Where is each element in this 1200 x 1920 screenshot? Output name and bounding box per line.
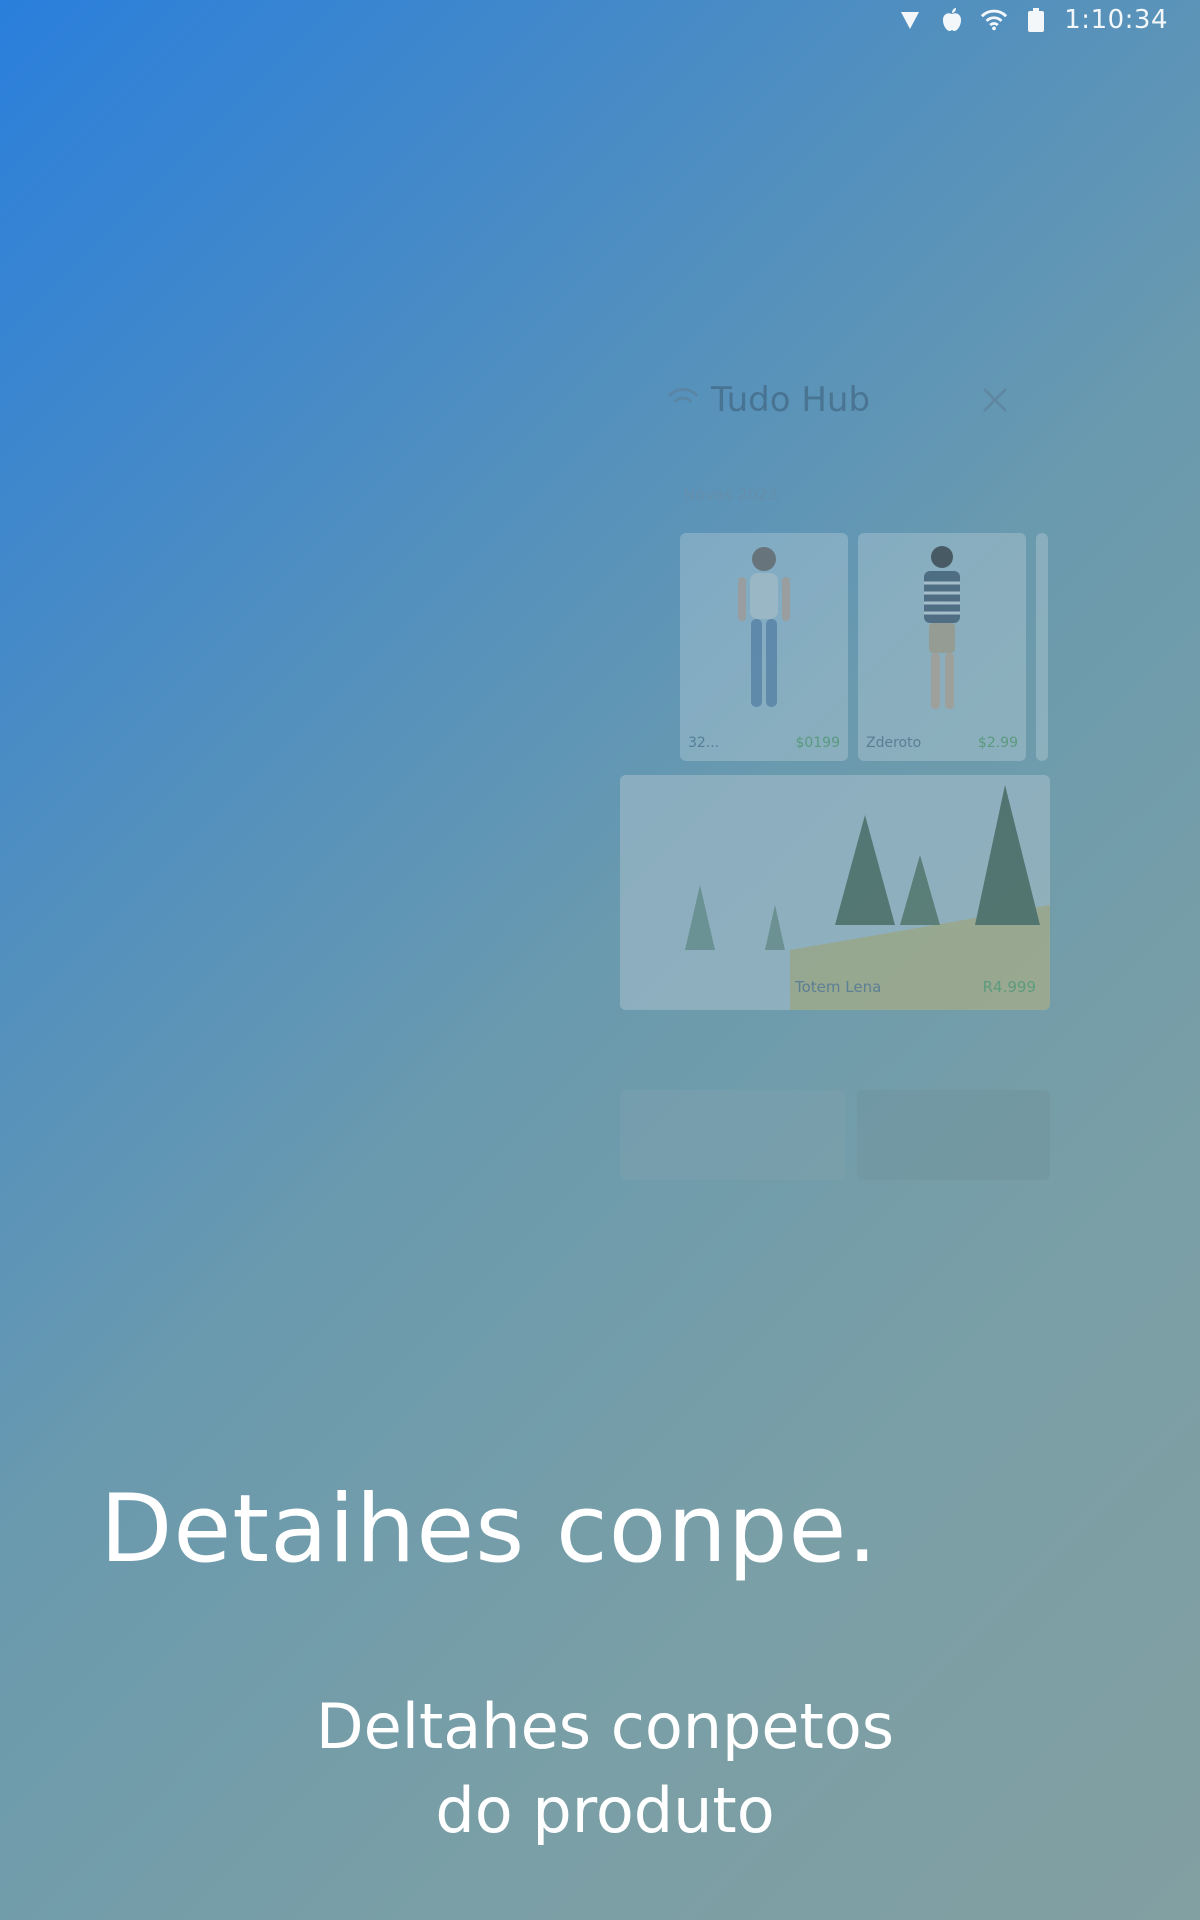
product-image: [738, 547, 790, 707]
onboarding-headline: Detaihes conpe.: [100, 1475, 879, 1584]
wifi-icon: [980, 6, 1008, 34]
status-bar: 1:10:34: [0, 0, 1200, 40]
close-icon[interactable]: [978, 383, 1012, 417]
battery-icon: [1022, 6, 1050, 34]
product-price: $0199: [795, 735, 840, 751]
product-image: [924, 546, 960, 709]
thumbnail[interactable]: [620, 1090, 845, 1180]
landscape-image: [620, 775, 1050, 1010]
panel-header: Tudo Hub: [665, 375, 1050, 425]
section-label: Novas 2023: [683, 485, 779, 504]
onboarding-subtitle: Deltahes conpetos do produto: [0, 1685, 1200, 1853]
thumbnail-row: [620, 1090, 1050, 1180]
subtitle-line-1: Deltahes conpetos: [315, 1690, 895, 1763]
apple-icon: [938, 6, 966, 34]
featured-card[interactable]: Totem Lena R4.999: [620, 775, 1050, 1010]
product-cards-row: 32... $0199 Zderoto $2.99: [680, 533, 1048, 761]
product-price: $2.99: [977, 735, 1018, 751]
signal-icon: [896, 6, 924, 34]
panel-title: Tudo Hub: [711, 380, 871, 420]
product-name: 32...: [688, 735, 720, 751]
product-card[interactable]: Zderoto $2.99: [858, 533, 1026, 761]
product-name: Zderoto: [866, 735, 922, 751]
subtitle-line-2: do produto: [435, 1774, 775, 1847]
product-card[interactable]: 32... $0199: [680, 533, 848, 761]
status-time: 1:10:34: [1064, 5, 1168, 35]
thumbnail[interactable]: [857, 1090, 1050, 1180]
featured-price: R4.999: [982, 978, 1036, 996]
background-app-panel: Tudo Hub Novas 2023 32... $0199 Zderoto …: [620, 350, 1050, 1200]
hub-logo-icon: [667, 387, 699, 404]
product-card[interactable]: [1036, 533, 1048, 761]
featured-name: Totem Lena: [795, 978, 882, 996]
